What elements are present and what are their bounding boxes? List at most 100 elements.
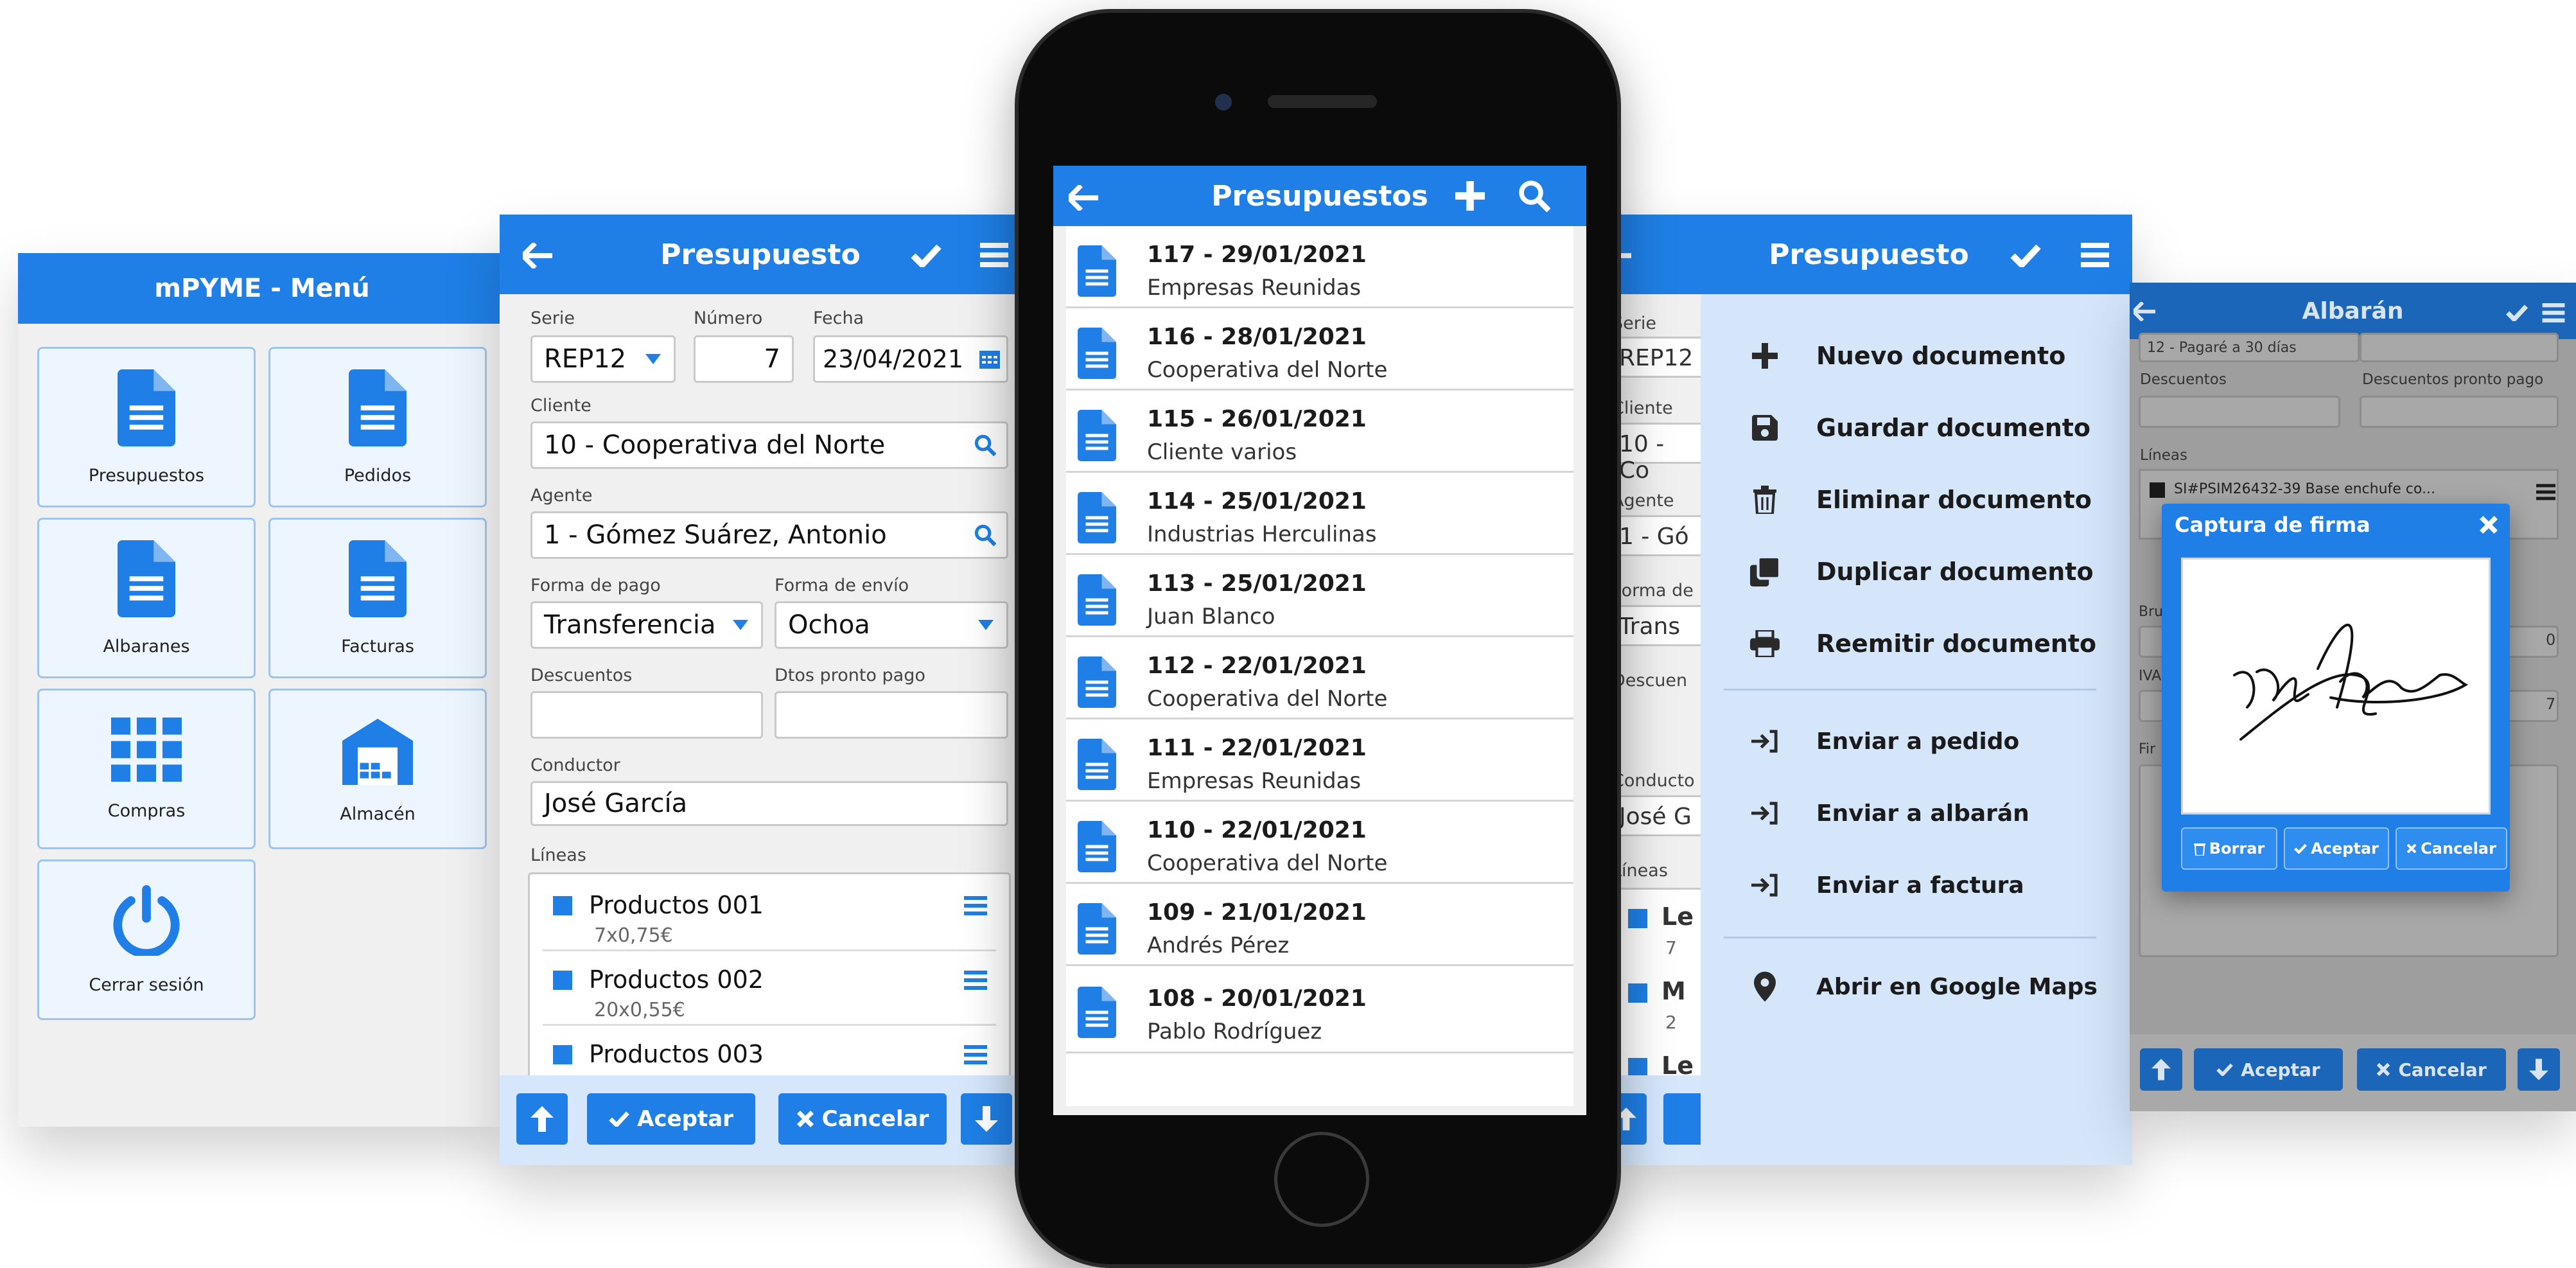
calendar-icon[interactable] [979, 349, 1000, 369]
check-icon[interactable] [2010, 244, 2041, 267]
fecha-input[interactable]: 23/04/2021 [813, 335, 1008, 383]
tile-almacen[interactable]: Almacén [268, 689, 487, 849]
back-arrow-icon[interactable] [523, 243, 552, 269]
scroll-up-button[interactable] [516, 1093, 568, 1145]
cancel-button[interactable]: Cancelar [778, 1093, 947, 1145]
descuentos-label: Descuentos [530, 665, 633, 685]
descuentos-input[interactable] [530, 691, 763, 739]
menu-item-enviar-albaran[interactable]: Enviar a albarán [1701, 788, 2132, 839]
numero-input[interactable]: 7 [694, 335, 794, 383]
search-icon[interactable] [1518, 180, 1550, 212]
document-icon [1078, 903, 1116, 955]
menu-item-enviar-pedido[interactable]: Enviar a pedido [1701, 716, 2132, 767]
bg-field: José G [1612, 795, 1708, 836]
list-item[interactable]: 115 - 26/01/2021 Cliente varios [1066, 391, 1573, 473]
check-icon[interactable] [2505, 304, 2528, 321]
list-item-ref: 109 - 21/01/2021 [1147, 899, 1367, 926]
aceptar-firma-button[interactable]: Aceptar [2284, 827, 2389, 870]
tile-pedidos[interactable]: Pedidos [268, 347, 487, 507]
albaran-side-value: 7 [2546, 695, 2556, 713]
list-item[interactable]: 112 - 22/01/2021 Cooperativa del Norte [1066, 637, 1573, 719]
hamburger-menu-icon[interactable] [964, 896, 987, 915]
forma-pago-label: Forma de pago [530, 576, 661, 595]
grid-icon [111, 717, 182, 782]
menu-item-reemitir[interactable]: Reemitir documento [1701, 618, 2132, 669]
hamburger-menu-icon[interactable] [980, 243, 1008, 267]
line-item[interactable]: Productos 002 20x0,55€ [543, 955, 996, 1026]
albaran-side-value: 0 [2546, 631, 2556, 649]
list-item[interactable]: 110 - 22/01/2021 Cooperativa del Norte [1066, 802, 1573, 884]
document-icon [1078, 328, 1116, 379]
back-arrow-icon[interactable] [1069, 185, 1098, 211]
cancelar-firma-button[interactable]: Cancelar [2396, 827, 2507, 870]
document-icon [118, 369, 175, 446]
accept-button: Aceptar [2194, 1048, 2343, 1091]
line-item[interactable]: Productos 001 7x0,75€ [543, 881, 996, 951]
tile-compras[interactable]: Compras [37, 689, 256, 849]
back-arrow-icon[interactable] [2134, 302, 2155, 321]
albaran-pago-value: 12 - Pagaré a 30 días [2147, 339, 2297, 356]
list-item[interactable]: 109 - 21/01/2021 Andrés Pérez [1066, 884, 1573, 966]
search-icon[interactable] [974, 434, 996, 456]
list-item[interactable]: 116 - 28/01/2021 Cooperativa del Norte [1066, 308, 1573, 391]
close-icon[interactable] [2479, 515, 2498, 534]
menu-item-duplicar[interactable]: Duplicar documento [1701, 546, 2132, 597]
serie-select[interactable]: REP12 [530, 335, 676, 383]
background-form: Serie REP12 Cliente 10 - Co Agente 1 - G… [1606, 294, 1708, 1165]
menu-item-guardar[interactable]: Guardar documento [1701, 402, 2132, 453]
albaran-title-bar: Albarán [2130, 283, 2576, 339]
close-icon [2406, 843, 2417, 854]
document-icon [1078, 739, 1116, 790]
dtos-pronto-pago-label: Dtos pronto pago [775, 665, 925, 685]
hamburger-menu-icon[interactable] [964, 1045, 987, 1064]
borrar-button[interactable]: Borrar [2181, 827, 2277, 870]
check-icon[interactable] [911, 244, 942, 267]
line-bullet [553, 1045, 572, 1064]
forma-pago-select[interactable]: Transferencia [530, 601, 763, 649]
menu-item-enviar-factura[interactable]: Enviar a factura [1701, 859, 2132, 911]
menu-item-eliminar[interactable]: Eliminar documento [1701, 474, 2132, 525]
forma-envio-select[interactable]: Ochoa [775, 601, 1008, 649]
tile-albaranes[interactable]: Albaranes [37, 518, 256, 678]
list-item[interactable]: 117 - 29/01/2021 Empresas Reunidas [1066, 226, 1573, 308]
scroll-down-button[interactable] [961, 1093, 1012, 1145]
accept-button[interactable]: Aceptar [587, 1093, 755, 1145]
tile-cerrar-sesion[interactable]: Cerrar sesión [37, 859, 256, 1020]
forma-envio-value: Ochoa [788, 610, 870, 640]
tile-label: Presupuestos [88, 465, 205, 486]
conductor-input[interactable]: José García [530, 781, 1008, 826]
bg-line-detail: 2 [1665, 1012, 1677, 1033]
tile-label: Compras [107, 800, 186, 821]
hamburger-menu-icon[interactable] [964, 971, 987, 990]
cliente-input[interactable]: 10 - Cooperativa del Norte [530, 421, 1008, 469]
actions-title: Presupuesto [1769, 238, 1969, 271]
bg-line-name: M [1661, 977, 1686, 1005]
hamburger-menu-icon[interactable] [2081, 243, 2109, 267]
hamburger-menu-icon[interactable] [2542, 303, 2565, 322]
plus-icon[interactable] [1455, 181, 1485, 211]
bg-value: 1 - Gó [1619, 524, 1689, 550]
document-icon [1078, 656, 1116, 708]
menu-screen: mPYME - Menú Presupuestos Pedidos Albara… [18, 253, 506, 1127]
list-item[interactable]: 113 - 25/01/2021 Juan Blanco [1066, 555, 1573, 637]
phone-screen: Presupuestos 117 - 29/01/2021 Empresas R… [1053, 166, 1586, 1115]
menu-item-label: Enviar a pedido [1816, 728, 2020, 755]
phone-home-button[interactable] [1274, 1132, 1369, 1227]
albaran-descuentos-input [2139, 396, 2340, 428]
tile-presupuestos[interactable]: Presupuestos [37, 347, 256, 507]
tile-facturas[interactable]: Facturas [268, 518, 487, 678]
agente-input[interactable]: 1 - Gómez Suárez, Antonio [530, 511, 1008, 559]
send-icon [1751, 874, 1778, 897]
list-item-client: Cliente varios [1147, 439, 1297, 465]
signature-canvas[interactable] [2181, 558, 2491, 815]
list-item[interactable]: 108 - 20/01/2021 Pablo Rodríguez [1066, 966, 1573, 1053]
list-item[interactable]: 111 - 22/01/2021 Empresas Reunidas [1066, 719, 1573, 802]
signature-dialog-title: Captura de firma [2175, 513, 2370, 537]
dtos-pronto-pago-input[interactable] [775, 691, 1008, 739]
menu-item-nuevo[interactable]: Nuevo documento [1701, 330, 2132, 382]
arrow-down-icon [2529, 1059, 2548, 1080]
line-bullet [1628, 909, 1647, 928]
menu-item-google-maps[interactable]: Abrir en Google Maps [1701, 961, 2132, 1012]
search-icon[interactable] [974, 524, 996, 546]
list-item[interactable]: 114 - 25/01/2021 Industrias Herculinas [1066, 473, 1573, 555]
